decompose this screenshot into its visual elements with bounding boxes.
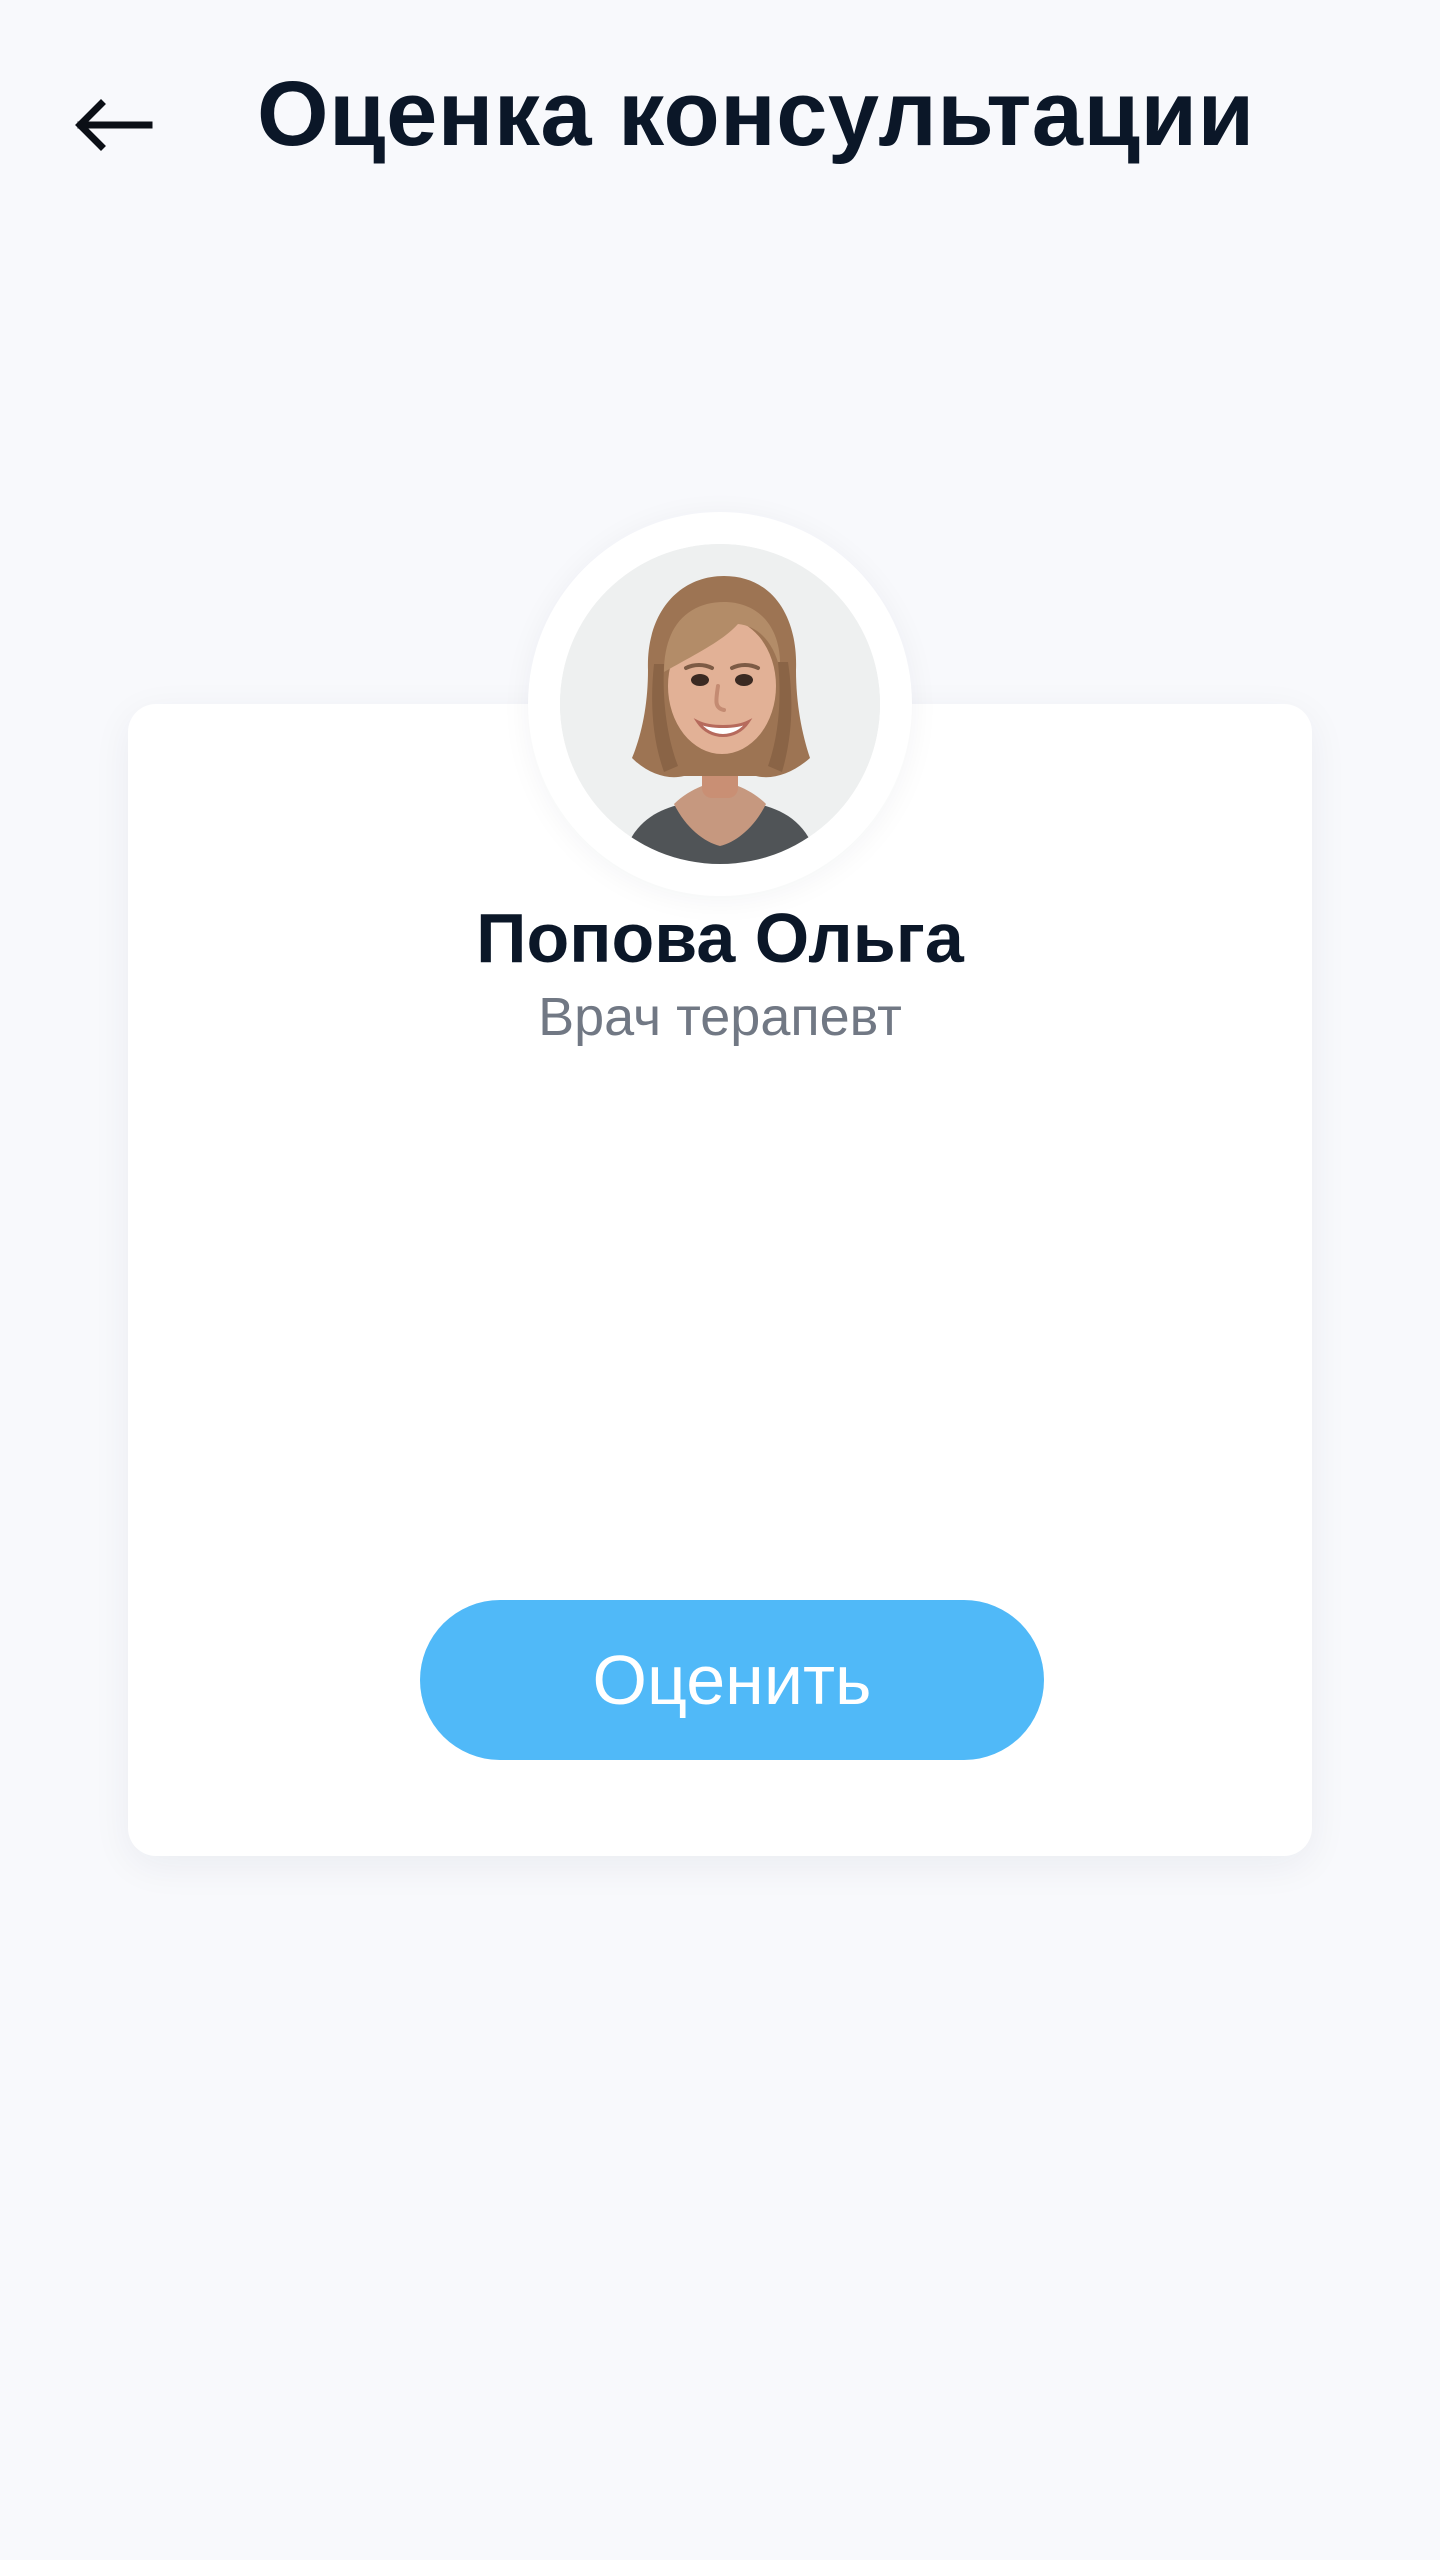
doctor-photo [560, 544, 880, 864]
doctor-avatar [560, 544, 880, 864]
rate-button[interactable]: Оценить [420, 1600, 1044, 1760]
page-title: Оценка консультации [257, 63, 1255, 165]
back-button[interactable] [60, 80, 166, 170]
app-header: Оценка консультации [0, 0, 1440, 250]
doctor-role: Врач терапевт [538, 987, 902, 1047]
doctor-name: Попова Ольга [476, 899, 964, 977]
arrow-left-icon [75, 99, 153, 151]
avatar-frame [528, 512, 912, 896]
